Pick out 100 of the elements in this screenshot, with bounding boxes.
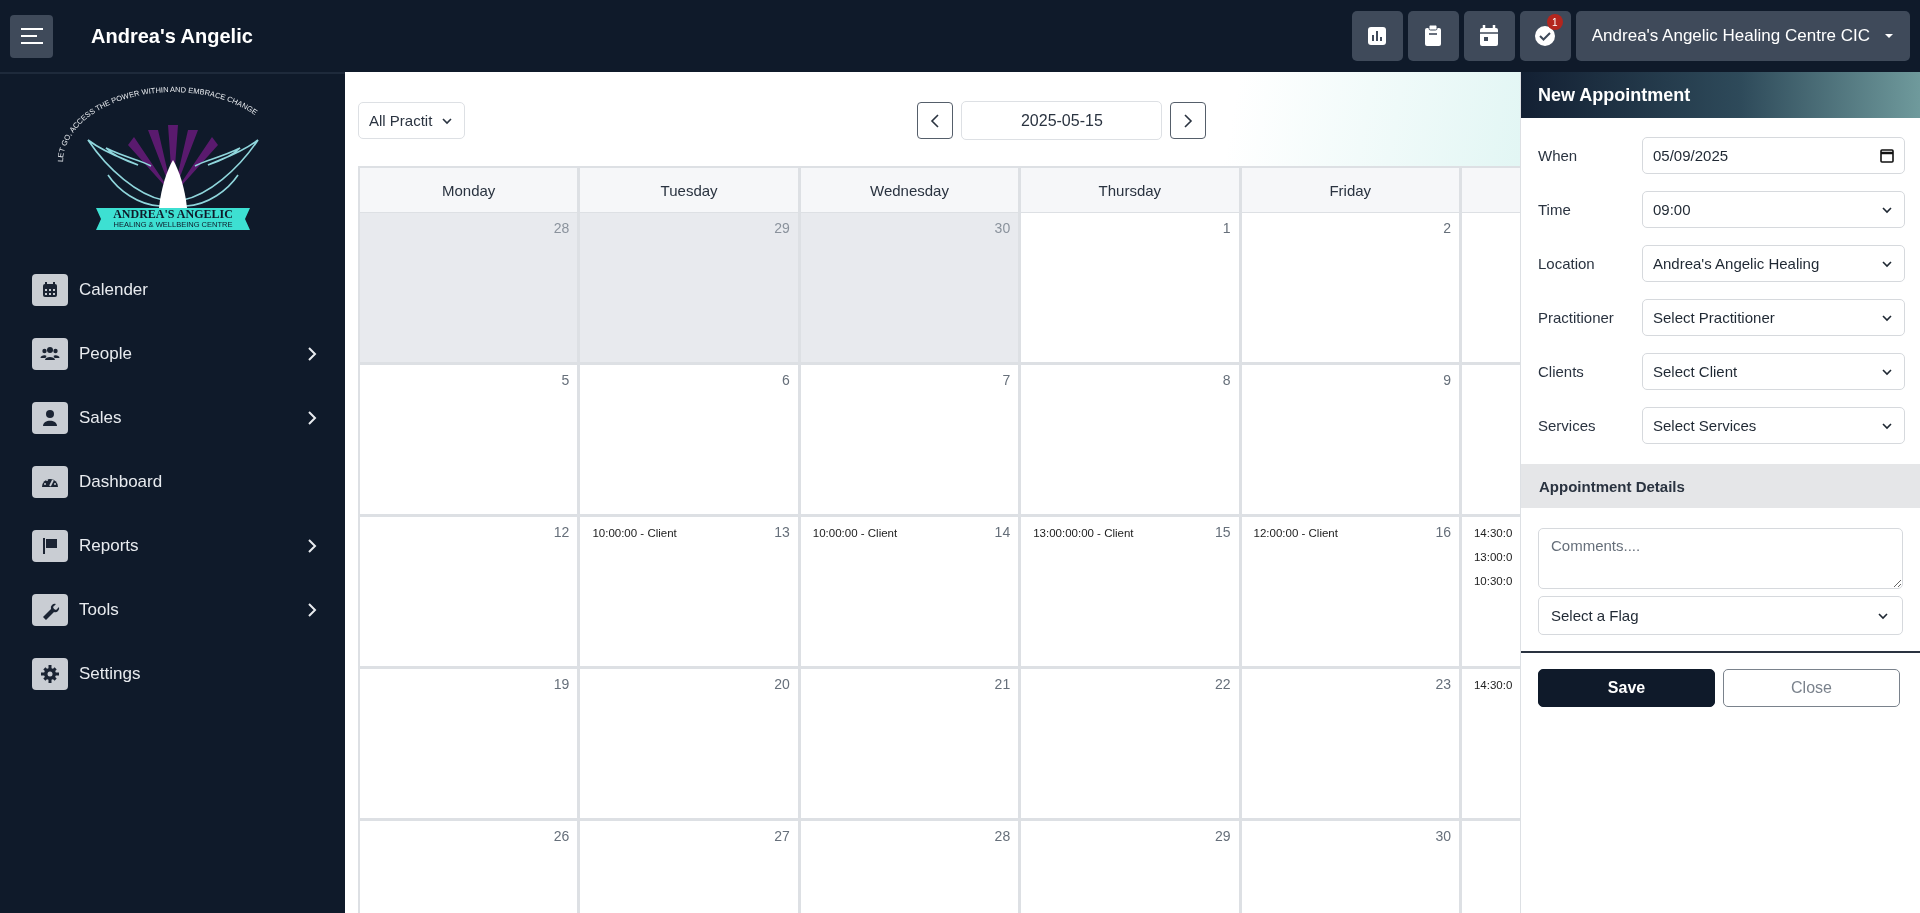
section-header: Appointment Details xyxy=(1521,464,1920,508)
appointment-entry[interactable]: 10:00:00 - Client xyxy=(592,527,677,551)
day-number: 12 xyxy=(553,524,570,540)
select-field[interactable]: Select Practitioner xyxy=(1642,299,1905,336)
day-cell[interactable]: 23 xyxy=(1241,669,1462,821)
comments-field[interactable]: Comments.... xyxy=(1538,528,1903,589)
account-dropdown[interactable]: Andrea's Angelic Healing Centre CIC xyxy=(1575,11,1910,61)
appointment-entry[interactable]: 12:00:00 - Client xyxy=(1253,527,1338,551)
day-number: 16 xyxy=(1435,524,1451,540)
field-label: Practitioner xyxy=(1538,309,1615,326)
day-cell[interactable]: 10:00:00 - Client 13 xyxy=(580,517,801,669)
day-cell[interactable]: 20 xyxy=(580,669,801,821)
field-label: Time xyxy=(1538,201,1572,218)
day-cell[interactable]: 9 xyxy=(1241,365,1462,517)
wrench-icon xyxy=(32,594,68,626)
sidebar-item[interactable]: People xyxy=(0,322,345,386)
chevron-right-icon xyxy=(1183,113,1194,128)
day-number: 30 xyxy=(1435,828,1451,844)
field-label: Services xyxy=(1538,417,1597,434)
appointment-entry[interactable]: 13:00:00:00 - Client xyxy=(1033,527,1134,551)
chart-button[interactable] xyxy=(1351,11,1403,61)
field-label: When xyxy=(1538,147,1579,164)
day-number: 5 xyxy=(561,372,570,388)
clipboard-icon xyxy=(1424,25,1443,47)
day-number: 29 xyxy=(774,220,790,236)
flag-icon xyxy=(32,530,68,562)
logo-name: ANDREA'S ANGELIC xyxy=(112,207,233,221)
day-number: 6 xyxy=(782,372,790,388)
gauge-icon xyxy=(32,466,68,498)
select-field[interactable]: 09:00 xyxy=(1642,191,1905,228)
day-cell[interactable]: 10:00:00 - Client 14 xyxy=(800,517,1022,669)
sidebar-item[interactable]: Settings xyxy=(0,642,345,706)
notification-badge: 1 xyxy=(1546,14,1563,30)
day-number: 1 xyxy=(1222,220,1231,236)
weekday-header: Monday xyxy=(360,168,581,213)
day-number: 20 xyxy=(774,676,790,692)
next-button[interactable] xyxy=(1170,102,1207,139)
menu-icon xyxy=(19,27,44,45)
caret-icon xyxy=(1884,33,1894,39)
people-icon xyxy=(32,338,68,370)
calendar-button[interactable] xyxy=(1463,11,1515,61)
day-cell[interactable]: 5 xyxy=(360,365,581,517)
practitioner-filter[interactable]: All Practit xyxy=(358,102,466,139)
weekday-header: Friday xyxy=(1241,168,1462,213)
select-field[interactable]: Select Client xyxy=(1642,353,1905,390)
sidebar-item[interactable]: Calender xyxy=(0,258,345,322)
chevron-left-icon xyxy=(930,113,941,128)
select-field[interactable]: Select Services xyxy=(1642,407,1905,444)
day-number: 29 xyxy=(1215,828,1231,844)
day-cell[interactable]: 1 xyxy=(1021,213,1242,365)
save-button[interactable]: Save xyxy=(1538,669,1715,707)
day-number: 7 xyxy=(1002,372,1011,388)
weekday-header: Wednesday xyxy=(800,168,1022,213)
previous-button[interactable] xyxy=(917,102,954,139)
close-button[interactable]: Close xyxy=(1723,669,1900,707)
chevron-right-icon xyxy=(307,411,317,425)
day-cell[interactable]: 21 xyxy=(800,669,1022,821)
appointment-entry[interactable]: 14:30:0 xyxy=(1473,679,1513,703)
day-number: 30 xyxy=(994,220,1011,236)
chevron-right-icon xyxy=(307,539,317,553)
day-cell[interactable]: 6 xyxy=(580,365,801,517)
day-number: 13 xyxy=(774,524,790,540)
sidebar-item[interactable]: Reports xyxy=(0,514,345,578)
bar-chart-icon xyxy=(1367,26,1388,46)
appointment-entry[interactable]: 13:00:0 xyxy=(1473,551,1513,575)
appointment-entry[interactable]: 10:30:0 xyxy=(1473,575,1513,599)
weekday-header: Thursday xyxy=(1021,168,1242,213)
tasks-button[interactable]: 1 xyxy=(1519,11,1571,61)
appointment-entry[interactable]: 14:30:0 xyxy=(1473,527,1513,551)
day-number: 15 xyxy=(1215,524,1231,540)
day-number: 27 xyxy=(774,828,790,844)
flag-select[interactable]: Select a Flag xyxy=(1538,596,1903,635)
day-cell[interactable]: 12 xyxy=(360,517,581,669)
appointment-entry[interactable]: 10:00:00 - Client xyxy=(812,527,898,551)
panel-title: New Appointment xyxy=(1521,72,1920,118)
calendar-icon xyxy=(32,274,68,306)
weekday-header: Tuesday xyxy=(580,168,801,213)
date-display[interactable]: 2025-05-15 xyxy=(961,101,1163,140)
day-number: 22 xyxy=(1215,676,1231,692)
day-number: 28 xyxy=(994,828,1011,844)
day-cell[interactable]: 12:00:00 - Client 16 xyxy=(1241,517,1462,669)
sidebar-item[interactable]: Sales xyxy=(0,386,345,450)
chevron-right-icon xyxy=(307,347,317,361)
date-field[interactable]: 05/09/2025 xyxy=(1642,137,1905,174)
day-cell[interactable]: 19 xyxy=(360,669,581,821)
sidebar-item[interactable]: Tools xyxy=(0,578,345,642)
clipboard-button[interactable] xyxy=(1407,11,1459,61)
field-label: Location xyxy=(1538,255,1596,272)
day-cell[interactable]: 2 xyxy=(1241,213,1462,365)
sidebar-item[interactable]: Dashboard xyxy=(0,450,345,514)
field-label: Clients xyxy=(1538,363,1585,380)
day-cell[interactable]: 8 xyxy=(1021,365,1242,517)
day-cell[interactable]: 22 xyxy=(1021,669,1242,821)
day-cell[interactable]: 7 xyxy=(800,365,1022,517)
day-cell[interactable]: 13:00:00:00 - Client 15 xyxy=(1021,517,1242,669)
menu-button[interactable] xyxy=(10,14,53,58)
day-number: 26 xyxy=(553,828,570,844)
day-number: 9 xyxy=(1443,372,1451,388)
select-field[interactable]: Andrea's Angelic Healing xyxy=(1642,245,1905,282)
check-circle-icon xyxy=(1534,25,1557,47)
